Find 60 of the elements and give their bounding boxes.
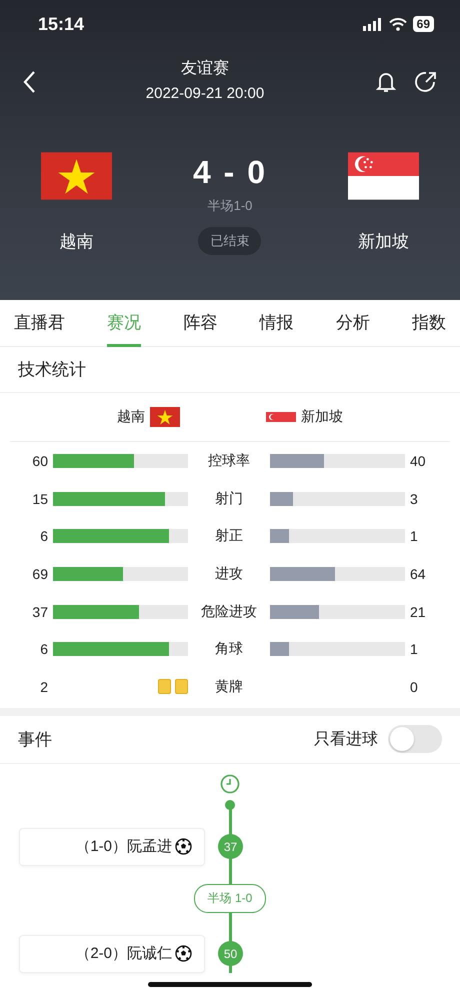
stat-value: 3 xyxy=(409,490,419,507)
bell-icon xyxy=(374,70,398,94)
period-marker: 半场 1-0 xyxy=(194,884,266,913)
tab[interactable]: 直播君 xyxy=(14,300,65,347)
stat-value: 21 xyxy=(409,604,427,620)
stat-value: 6 xyxy=(39,528,49,544)
back-icon xyxy=(22,70,36,94)
team-name: 越南 xyxy=(60,231,94,253)
stat-value: 40 xyxy=(409,452,427,469)
team-name: 新加坡 xyxy=(301,408,343,426)
event-text: （1-0）阮孟进 xyxy=(75,837,172,856)
stat-label: 射门 xyxy=(214,490,244,508)
booking-card-icon xyxy=(175,679,188,694)
stat-value: 69 xyxy=(31,566,49,582)
battery-level: 69 xyxy=(412,16,434,32)
stat-value: 0 xyxy=(409,678,419,695)
stat-value: 60 xyxy=(31,452,49,469)
stat-label: 角球 xyxy=(214,640,244,658)
team-name: 新加坡 xyxy=(358,231,409,253)
stat-value: 1 xyxy=(409,641,419,658)
booking-card-icon xyxy=(158,679,171,694)
stat-value: 37 xyxy=(31,604,49,620)
signal-icon xyxy=(362,18,383,30)
stat-value: 64 xyxy=(409,566,427,582)
tab[interactable]: 指数 xyxy=(412,300,446,347)
stat-label: 进攻 xyxy=(214,564,244,583)
section-title: 技术统计 xyxy=(18,359,86,381)
soccer-ball-icon xyxy=(175,838,192,856)
halftime-score: 半场1-0 xyxy=(208,197,252,215)
section-title: 事件 xyxy=(18,728,52,751)
stat-value: 1 xyxy=(409,528,419,544)
stat-value: 6 xyxy=(39,641,49,658)
status-time: 15:14 xyxy=(38,14,84,34)
team-flag xyxy=(348,152,419,200)
tab[interactable]: 分析 xyxy=(336,300,370,347)
tab[interactable]: 阵容 xyxy=(183,300,218,347)
filter-label: 只看进球 xyxy=(314,730,378,750)
team-flag xyxy=(266,412,296,422)
team-flag xyxy=(150,407,180,427)
team-name: 越南 xyxy=(117,408,145,426)
goals-only-toggle[interactable] xyxy=(388,725,442,754)
stat-value: 15 xyxy=(31,490,49,507)
soccer-ball-icon xyxy=(175,945,192,962)
tab[interactable]: 情报 xyxy=(260,300,294,347)
stat-label: 危险进攻 xyxy=(200,602,258,621)
match-score: 4 - 0 xyxy=(192,154,267,191)
wifi-icon xyxy=(388,18,407,30)
match-datetime: 2022-09-21 20:00 xyxy=(146,85,264,102)
stat-value: 2 xyxy=(39,678,49,695)
event-minute: 50 xyxy=(218,941,243,966)
stat-label: 控球率 xyxy=(207,452,251,470)
stat-label: 黄牌 xyxy=(214,678,244,696)
match-status: 已结束 xyxy=(198,227,262,255)
event-minute: 37 xyxy=(218,834,243,860)
share-icon xyxy=(414,70,438,94)
event-text: （2-0）阮诚仁 xyxy=(75,944,172,964)
competition-name: 友谊赛 xyxy=(181,58,229,79)
clock-icon xyxy=(220,774,240,794)
stat-label: 射正 xyxy=(214,527,244,546)
team-flag xyxy=(41,152,112,200)
